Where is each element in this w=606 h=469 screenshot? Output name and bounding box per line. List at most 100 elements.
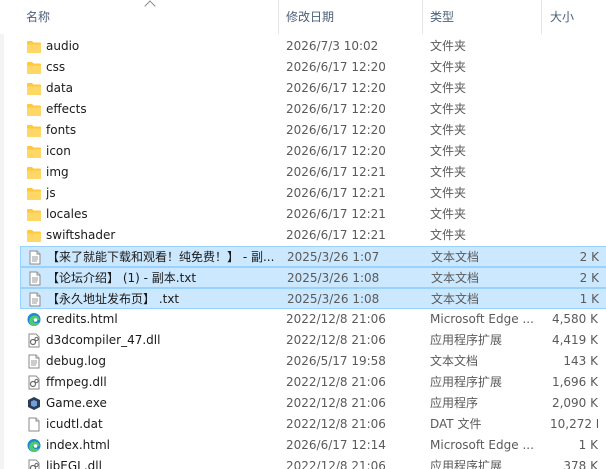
file-modified-date: 2026/6/17 12:20 (286, 123, 386, 137)
column-divider[interactable] (278, 0, 279, 34)
file-type: 应用程序扩展 (430, 375, 503, 389)
dll-icon (26, 333, 42, 348)
file-type: 文本文档 (431, 271, 480, 285)
file-row[interactable]: credits.html 2022/12/8 21:06 Microsoft Edg… (20, 309, 606, 330)
file-name: js (46, 186, 56, 200)
file-modified-date: 2022/12/8 21:06 (286, 417, 386, 431)
file-size: 143 K (563, 354, 598, 368)
column-header-name[interactable]: 名称 (26, 0, 50, 34)
text-file-icon (26, 354, 42, 369)
file-modified-date: 2026/6/17 12:20 (286, 60, 386, 74)
file-row[interactable]: js 2026/6/17 12:21 文件夹 (20, 183, 606, 204)
folder-icon (26, 81, 42, 96)
file-modified-date: 2022/12/8 21:06 (286, 375, 386, 389)
file-size: 4,419 K (551, 333, 598, 347)
file-row[interactable]: 【论坛介绍】 (1) - 副本.txt 2025/3/26 1:08 文本文档 2 K (20, 267, 606, 288)
file-type: 应用程序扩展 (430, 333, 503, 347)
file-name: debug.log (46, 354, 106, 368)
file-name: 【永久地址发布页】 .txt (47, 292, 180, 306)
file-type: 文本文档 (431, 292, 480, 306)
folder-icon (26, 123, 42, 138)
file-name: icon (46, 144, 71, 158)
edge-icon (26, 438, 42, 453)
file-row[interactable]: data 2026/6/17 12:20 文件夹 (20, 78, 606, 99)
file-row[interactable]: audio 2026/7/3 10:02 文件夹 (20, 36, 606, 57)
file-type: DAT 文件 (430, 417, 482, 431)
file-row[interactable]: Game.exe 2022/12/8 21:06 应用程序 2,090 K (20, 393, 606, 414)
column-divider[interactable] (422, 0, 423, 34)
file-explorer-details-view: 名称 修改日期 类型 大小 audio 2026/7/3 10:02 文件夹 css 2… (0, 0, 606, 469)
file-type: 应用程序 (430, 396, 479, 410)
file-modified-date: 2022/12/8 21:06 (286, 396, 386, 410)
column-header-date[interactable]: 修改日期 (286, 0, 334, 34)
column-divider[interactable] (541, 0, 542, 34)
file-row[interactable]: libEGL.dll 2022/12/8 21:06 应用程序扩展 378 K (20, 456, 606, 469)
folder-icon (26, 207, 42, 222)
file-icon (26, 417, 42, 432)
file-size (550, 141, 598, 162)
file-size: 1 K (578, 438, 598, 452)
file-row[interactable]: d3dcompiler_47.dll 2022/12/8 21:06 应用程序扩展 4… (20, 330, 606, 351)
file-name: ffmpeg.dll (46, 375, 107, 389)
folder-icon (26, 102, 42, 117)
file-type: 文本文档 (430, 354, 479, 368)
file-size (550, 57, 598, 78)
file-size (550, 162, 598, 183)
file-name: libEGL.dll (46, 459, 102, 469)
file-row[interactable]: fonts 2026/6/17 12:20 文件夹 (20, 120, 606, 141)
file-name: 【论坛介绍】 (1) - 副本.txt (47, 271, 197, 285)
file-type: 文件夹 (430, 228, 467, 242)
file-size (550, 204, 598, 225)
file-row[interactable]: icudtl.dat 2022/12/8 21:06 DAT 文件 10,272 K (20, 414, 606, 435)
file-row[interactable]: icon 2026/6/17 12:20 文件夹 (20, 141, 606, 162)
file-row[interactable]: locales 2026/6/17 12:21 文件夹 (20, 204, 606, 225)
file-size (550, 36, 598, 57)
file-modified-date: 2026/6/17 12:21 (286, 228, 386, 242)
file-modified-date: 2025/3/26 1:07 (287, 250, 380, 264)
file-type: 应用程序扩展 (430, 459, 503, 469)
file-size: 378 K (563, 459, 598, 469)
file-type: 文本文档 (431, 250, 480, 264)
file-modified-date: 2026/6/17 12:21 (286, 165, 386, 179)
file-type: Microsoft Edge ... (430, 438, 534, 452)
file-row[interactable]: img 2026/6/17 12:21 文件夹 (20, 162, 606, 183)
file-size (550, 225, 598, 246)
file-name: index.html (46, 438, 110, 452)
folder-icon (26, 60, 42, 75)
file-size: 10,272 K (550, 417, 598, 431)
file-modified-date: 2026/6/17 12:20 (286, 144, 386, 158)
file-size: 2,090 K (551, 396, 598, 410)
file-size (550, 99, 598, 120)
file-name: audio (46, 39, 80, 53)
file-modified-date: 2026/6/17 12:21 (286, 207, 386, 221)
folder-icon (26, 228, 42, 243)
file-modified-date: 2026/6/17 12:20 (286, 102, 386, 116)
column-header-size[interactable]: 大小 (550, 0, 574, 34)
file-size: 1,696 K (551, 375, 598, 389)
dll-icon (26, 375, 42, 390)
file-name: css (46, 60, 66, 74)
folder-icon (26, 39, 42, 54)
column-header-type[interactable]: 类型 (430, 0, 454, 34)
file-modified-date: 2026/6/17 12:21 (286, 186, 386, 200)
file-name: 【来了就能下载和观看！纯免费！】 - 副... (47, 250, 275, 264)
file-row[interactable]: index.html 2026/6/17 12:14 Microsoft Edge … (20, 435, 606, 456)
file-modified-date: 2022/12/8 21:06 (286, 312, 386, 326)
folder-icon (26, 144, 42, 159)
file-row[interactable]: 【永久地址发布页】 .txt 2025/3/26 1:08 文本文档 1 K (20, 288, 606, 309)
file-type: 文件夹 (430, 207, 467, 221)
file-row[interactable]: css 2026/6/17 12:20 文件夹 (20, 57, 606, 78)
file-row[interactable]: ffmpeg.dll 2022/12/8 21:06 应用程序扩展 1,696 K (20, 372, 606, 393)
file-size (550, 183, 598, 204)
file-name: icudtl.dat (46, 417, 103, 431)
file-row[interactable]: 【来了就能下载和观看！纯免费！】 - 副... 2025/3/26 1:07 文本文… (20, 246, 606, 267)
file-name: effects (46, 102, 87, 116)
file-row[interactable]: swiftshader 2026/6/17 12:21 文件夹 (20, 225, 606, 246)
file-row[interactable]: debug.log 2026/5/17 19:58 文本文档 143 K (20, 351, 606, 372)
file-size: 4,580 K (551, 312, 598, 326)
file-name: img (46, 165, 69, 179)
dll-icon (26, 459, 42, 469)
file-size: 2 K (579, 250, 599, 264)
file-name: data (46, 81, 74, 95)
file-row[interactable]: effects 2026/6/17 12:20 文件夹 (20, 99, 606, 120)
